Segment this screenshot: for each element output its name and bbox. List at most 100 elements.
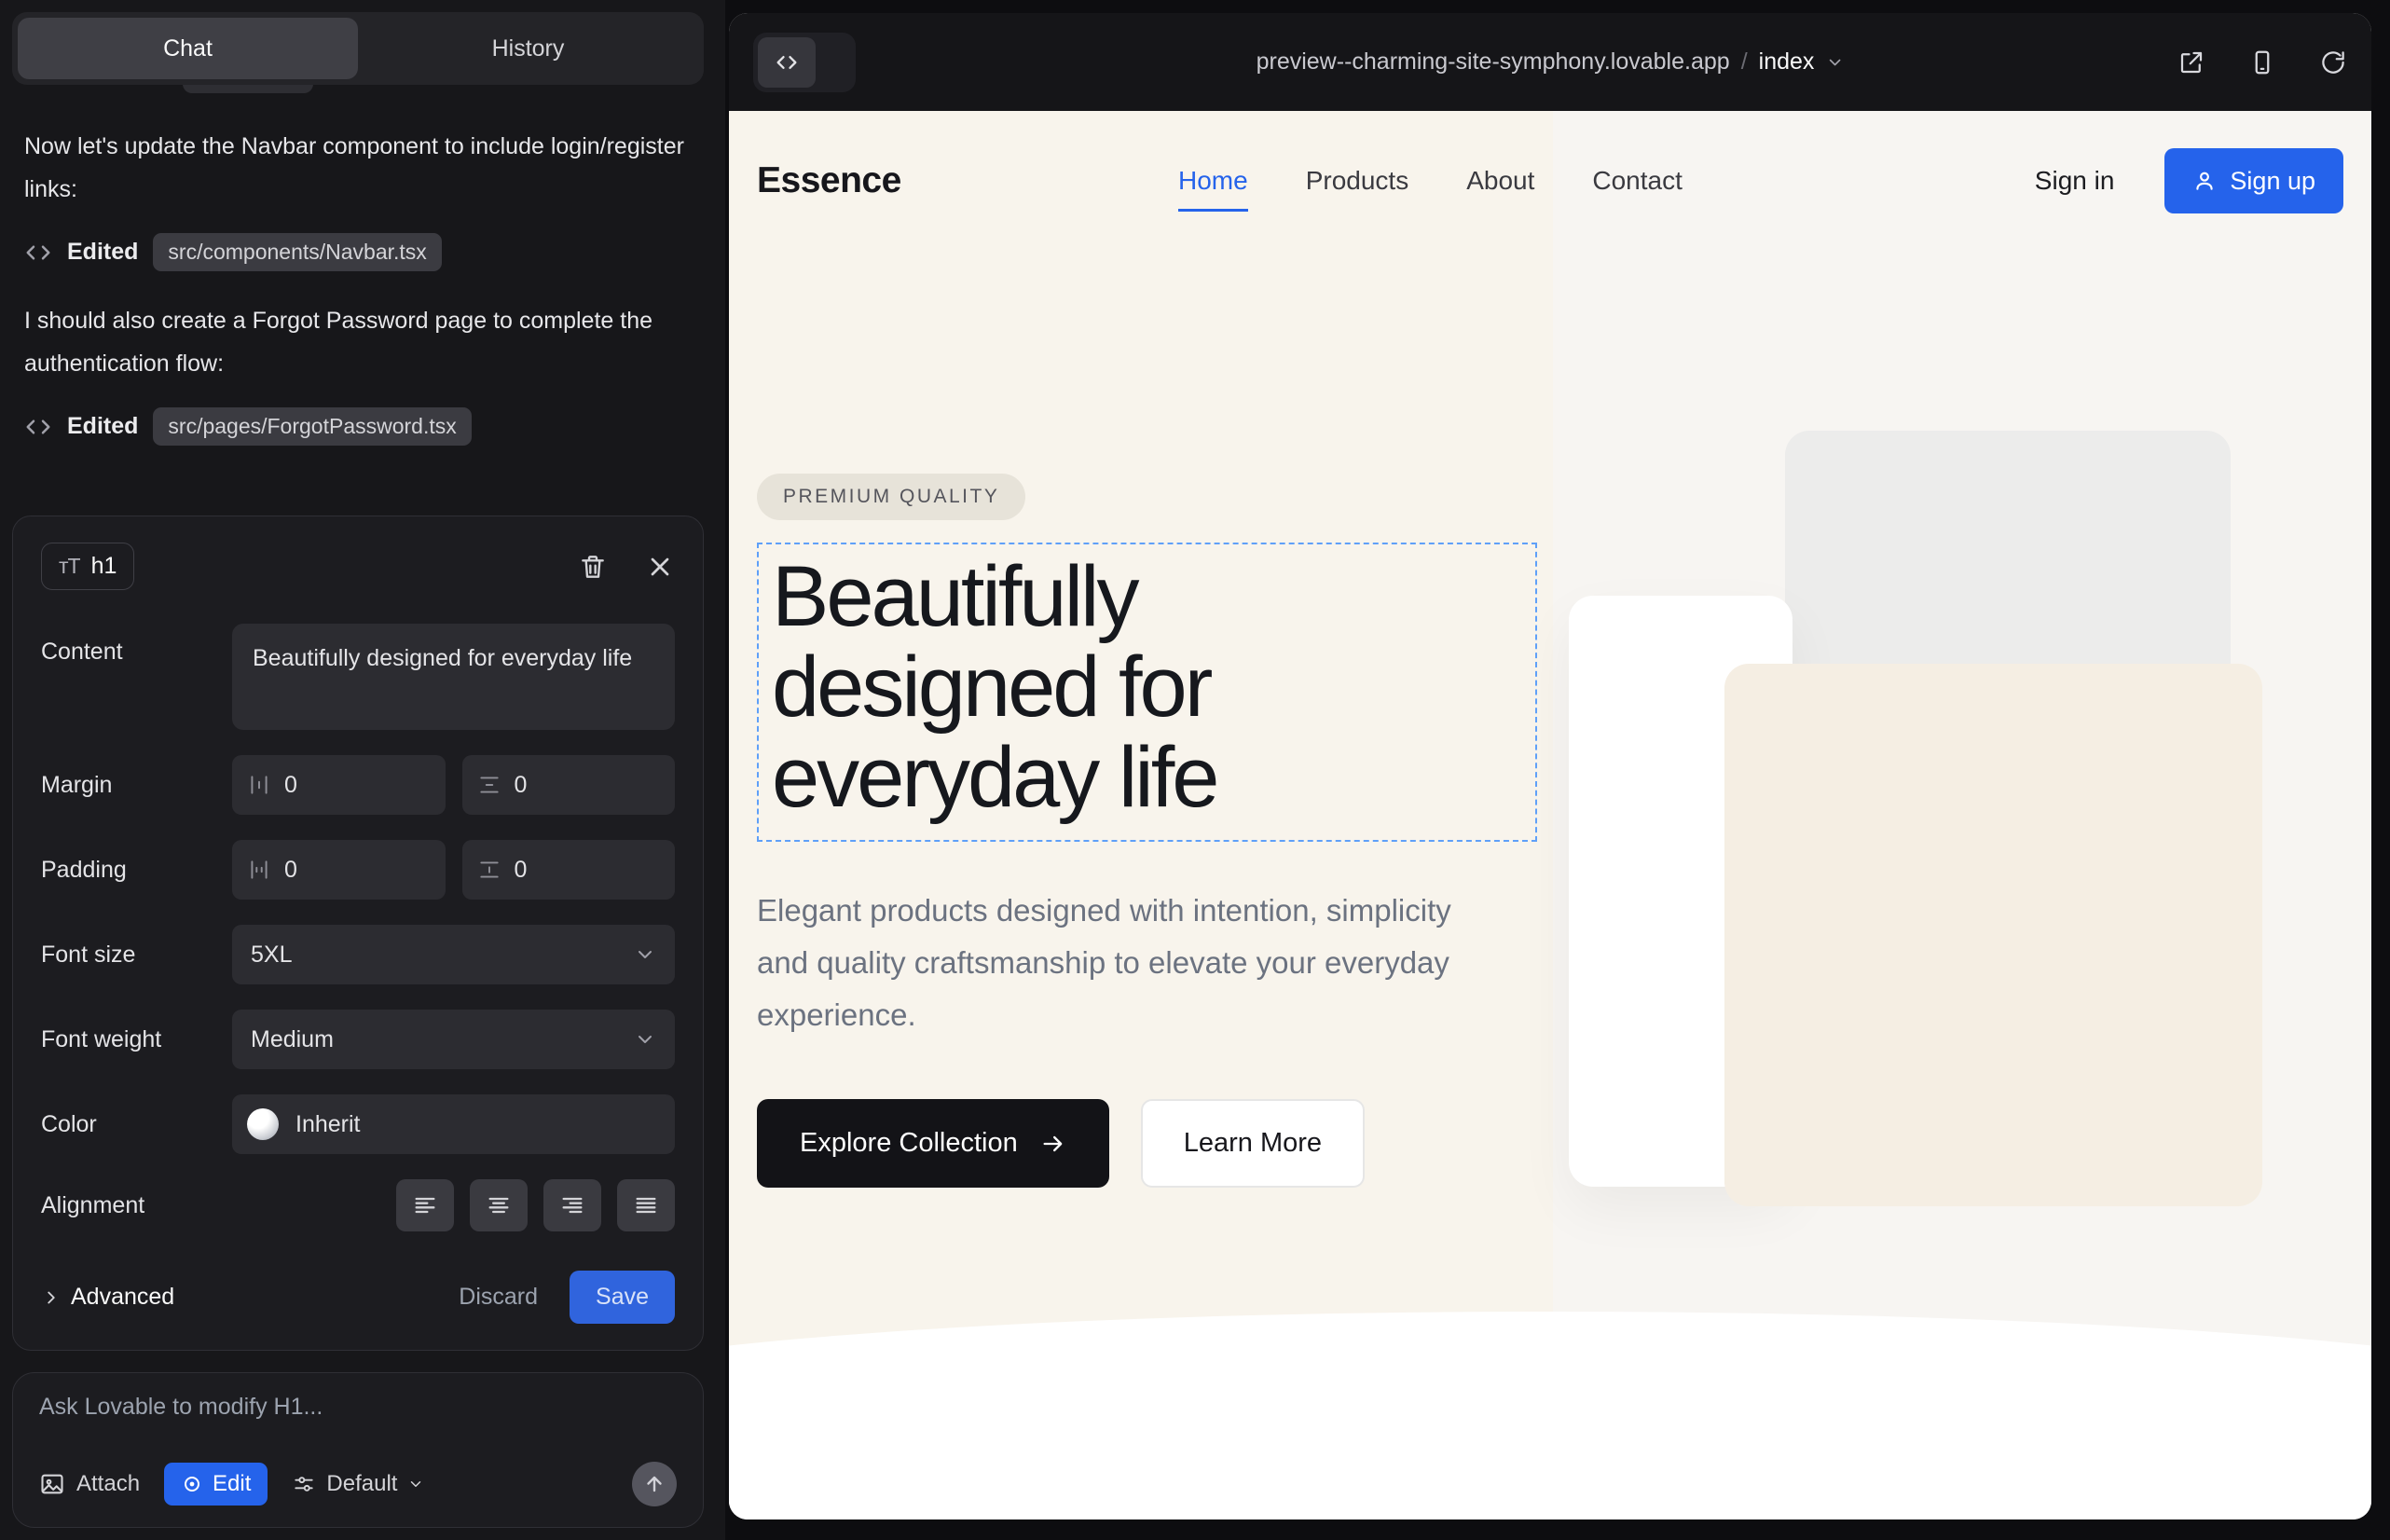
default-mode-button[interactable]: Default [292, 1471, 424, 1497]
image-icon [39, 1471, 65, 1497]
sliders-icon [292, 1472, 316, 1496]
refresh-icon[interactable] [2319, 48, 2347, 76]
nav-link-products[interactable]: Products [1306, 166, 1409, 196]
send-button[interactable] [632, 1462, 677, 1506]
padding-label: Padding [41, 857, 232, 884]
code-icon [24, 239, 52, 267]
url-separator: / [1741, 48, 1748, 76]
font-size-label: Font size [41, 942, 232, 969]
content-input[interactable]: Beautifully designed for everyday life [232, 624, 675, 730]
selected-element-outline[interactable]: Beautifully designed for everyday life [757, 543, 1537, 842]
open-external-icon[interactable] [2177, 48, 2205, 76]
font-weight-select[interactable]: Medium [232, 1010, 675, 1069]
font-weight-label: Font weight [41, 1026, 232, 1053]
edited-label: Edited [67, 239, 138, 266]
nav-links: Home Products About Contact [1178, 166, 1683, 196]
chat-messages: Now let's update the Navbar component to… [24, 125, 692, 474]
chat-message: Now let's update the Navbar component to… [24, 125, 692, 211]
explore-collection-button[interactable]: Explore Collection [757, 1099, 1109, 1188]
typography-icon: тT [59, 554, 80, 579]
margin-x-input[interactable]: 0 [232, 755, 446, 815]
attach-label: Attach [76, 1471, 140, 1497]
advanced-expander[interactable]: Advanced [41, 1284, 174, 1311]
edited-file-row[interactable]: Edited src/components/Navbar.tsx [24, 233, 692, 271]
nav-link-home[interactable]: Home [1178, 166, 1248, 212]
arrow-up-icon [643, 1473, 666, 1495]
hero-heading[interactable]: Beautifully designed for everyday life [772, 552, 1522, 823]
margin-x-value: 0 [284, 772, 297, 799]
composer-input[interactable] [39, 1394, 677, 1431]
view-toggle [753, 33, 856, 92]
font-size-row: Font size 5XL [41, 925, 675, 984]
content-label: Content [41, 624, 232, 666]
padding-y-value: 0 [515, 857, 528, 884]
align-right-button[interactable] [543, 1179, 601, 1231]
edited-file-row[interactable]: Edited src/pages/ForgotPassword.tsx [24, 407, 692, 446]
sign-in-link[interactable]: Sign in [2035, 166, 2115, 196]
preview-window: preview--charming-site-symphony.lovable.… [729, 13, 2371, 1519]
chat-message: I should also create a Forgot Password p… [24, 299, 692, 385]
tab-history[interactable]: History [358, 18, 698, 79]
alignment-label: Alignment [41, 1192, 232, 1219]
default-label: Default [326, 1471, 397, 1497]
save-button[interactable]: Save [570, 1271, 675, 1324]
target-icon [181, 1473, 203, 1495]
code-icon [24, 413, 52, 441]
font-size-select[interactable]: 5XL [232, 925, 675, 984]
margin-vertical-icon [477, 773, 501, 797]
edit-mode-button[interactable]: Edit [164, 1463, 268, 1506]
mobile-view-icon[interactable] [2248, 48, 2276, 76]
nav-link-about[interactable]: About [1466, 166, 1534, 196]
color-picker[interactable]: Inherit [232, 1094, 675, 1154]
sign-up-button[interactable]: Sign up [2164, 148, 2343, 213]
preview-actions [2177, 48, 2347, 76]
align-justify-button[interactable] [617, 1179, 675, 1231]
color-swatch-icon [247, 1108, 279, 1140]
hero-bottom-curve [729, 1312, 2371, 1519]
url-host: preview--charming-site-symphony.lovable.… [1257, 48, 1730, 76]
font-weight-row: Font weight Medium [41, 1010, 675, 1069]
composer-toolbar: Attach Edit Default [39, 1462, 677, 1506]
learn-more-button[interactable]: Learn More [1141, 1099, 1365, 1188]
inspector-footer: Advanced Discard Save [41, 1271, 675, 1324]
margin-y-input[interactable]: 0 [462, 755, 676, 815]
url-page: index [1759, 48, 1815, 76]
site-canvas: Essence Home Products About Contact Sign… [729, 111, 2371, 1519]
inspector-header: тT h1 [41, 543, 675, 590]
file-badge[interactable]: src/pages/ForgotPassword.tsx [153, 407, 471, 446]
site-logo[interactable]: Essence [757, 160, 901, 201]
hero-cta-row: Explore Collection Learn More [757, 1099, 1559, 1188]
margin-label: Margin [41, 772, 232, 799]
tab-chat[interactable]: Chat [18, 18, 358, 79]
trash-icon[interactable] [578, 552, 608, 582]
hero-heading-line: Beautifully [772, 552, 1522, 642]
font-weight-value: Medium [251, 1026, 334, 1053]
element-tag-pill[interactable]: тT h1 [41, 543, 134, 590]
padding-x-value: 0 [284, 857, 297, 884]
padding-x-input[interactable]: 0 [232, 840, 446, 900]
chat-composer: Attach Edit Default [12, 1372, 704, 1528]
close-icon[interactable] [645, 552, 675, 582]
color-value: Inherit [295, 1111, 360, 1138]
element-inspector: тT h1 Content Beautifully designed for e… [12, 516, 704, 1351]
padding-y-input[interactable]: 0 [462, 840, 676, 900]
panel-tabs: Chat History [12, 12, 704, 85]
preview-url-bar[interactable]: preview--charming-site-symphony.lovable.… [1257, 48, 1845, 76]
chevron-down-icon [634, 943, 656, 966]
file-badge[interactable]: src/components/Navbar.tsx [153, 233, 441, 271]
align-center-button[interactable] [470, 1179, 528, 1231]
discard-button[interactable]: Discard [459, 1284, 538, 1311]
user-icon [2192, 169, 2217, 193]
code-view-toggle-button[interactable] [758, 37, 816, 88]
align-left-button[interactable] [396, 1179, 454, 1231]
nav-link-contact[interactable]: Contact [1592, 166, 1683, 196]
margin-row: Margin 0 0 [41, 755, 675, 815]
attach-button[interactable]: Attach [39, 1471, 140, 1497]
chevron-right-icon [41, 1287, 62, 1308]
content-row: Content Beautifully designed for everyda… [41, 624, 675, 730]
hero-heading-line: everyday life [772, 733, 1522, 823]
chat-panel: Chat History Now let's update the Navbar… [0, 0, 725, 1540]
decor-beige-shape [1724, 664, 2262, 1206]
advanced-label: Advanced [71, 1284, 174, 1311]
color-label: Color [41, 1111, 232, 1138]
